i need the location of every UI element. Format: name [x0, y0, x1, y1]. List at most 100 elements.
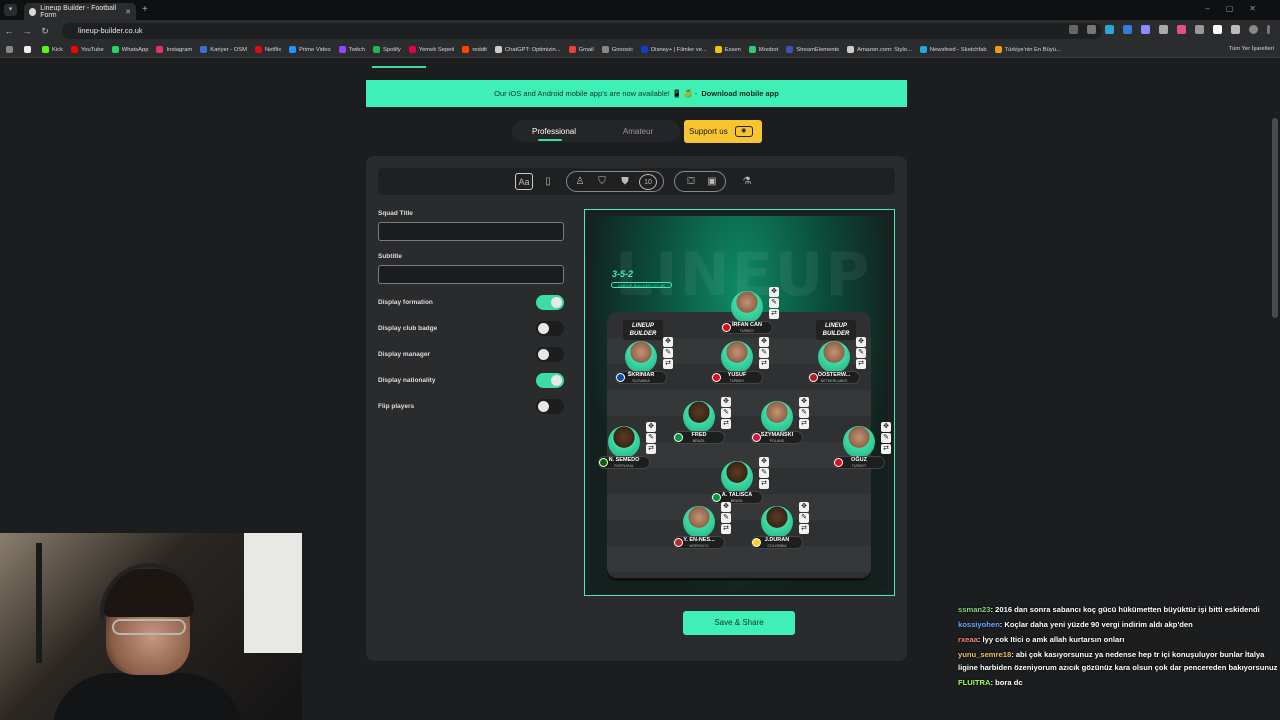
- edit-icon[interactable]: ✎: [881, 433, 891, 443]
- bookmark-item[interactable]: reddit: [462, 46, 487, 53]
- bookmark-item[interactable]: Gnoosic: [601, 46, 633, 53]
- swap-icon[interactable]: ⇄: [663, 359, 673, 369]
- player-card[interactable]: OOSTERW... NETHERLANDS: [806, 341, 862, 391]
- player-card[interactable]: OĞUZ TURKEY: [831, 426, 887, 476]
- extension-icon[interactable]: [1213, 25, 1222, 34]
- player-card[interactable]: N. SEMEDO PORTUGAL: [596, 426, 652, 476]
- toggle-flip-players[interactable]: [536, 399, 564, 414]
- app-banner[interactable]: Our iOS and Android mobile app's are now…: [366, 80, 907, 107]
- extension-icon[interactable]: [1177, 25, 1186, 34]
- forward-icon[interactable]: →: [18, 26, 36, 36]
- bookmark-item[interactable]: Spotify: [373, 46, 401, 53]
- swap-icon[interactable]: ⇄: [799, 524, 809, 534]
- swap-icon[interactable]: ⇄: [881, 444, 891, 454]
- move-icon[interactable]: ✥: [856, 337, 866, 347]
- chat-username[interactable]: yunu_semre18: [958, 650, 1011, 659]
- paint-bucket-icon[interactable]: ⚗: [739, 172, 755, 191]
- back-icon[interactable]: ←: [0, 26, 18, 36]
- reload-icon[interactable]: ↻: [36, 26, 54, 37]
- edit-icon[interactable]: ✎: [769, 298, 779, 308]
- extension-icon[interactable]: [1123, 25, 1132, 34]
- bookmark-item[interactable]: ChatGPT: Optimizin...: [494, 46, 561, 53]
- card-icon[interactable]: ▯: [541, 172, 555, 191]
- text-style-icon[interactable]: Aa: [515, 173, 533, 190]
- bookmark-item[interactable]: Yemek Sepeti: [408, 46, 454, 53]
- move-icon[interactable]: ✥: [646, 422, 656, 432]
- move-icon[interactable]: ✥: [799, 502, 809, 512]
- chat-username[interactable]: FLUITRA: [958, 678, 990, 687]
- move-icon[interactable]: ✥: [721, 397, 731, 407]
- player-card[interactable]: ŠKRINIAR SLOVAKIA: [613, 341, 669, 391]
- move-icon[interactable]: ✥: [663, 337, 673, 347]
- support-us-button[interactable]: Support us ◉: [684, 120, 762, 143]
- player-card[interactable]: FRED BRAZIL: [671, 401, 727, 451]
- bookmark-item[interactable]: Essen: [714, 46, 741, 53]
- toggle-display-manager[interactable]: [536, 347, 564, 362]
- subtitle-input[interactable]: [378, 265, 564, 284]
- move-icon[interactable]: ✥: [769, 287, 779, 297]
- shield-icon[interactable]: ⛊: [618, 172, 632, 191]
- apps-icon[interactable]: [6, 46, 16, 53]
- edit-icon[interactable]: ✎: [646, 433, 656, 443]
- save-share-button[interactable]: Save & Share: [683, 611, 795, 635]
- menu-icon[interactable]: [1267, 25, 1270, 34]
- star-icon[interactable]: [1087, 25, 1096, 34]
- new-tab-icon[interactable]: +: [142, 4, 148, 15]
- extension-icon[interactable]: [1105, 25, 1114, 34]
- bookmark-item[interactable]: Netflix: [254, 46, 281, 53]
- extension-icon[interactable]: [1141, 25, 1150, 34]
- pitch-style-icon[interactable]: ⛋: [682, 172, 700, 191]
- toggle-display-club-badge[interactable]: [536, 321, 564, 336]
- tab-professional[interactable]: Professional: [512, 127, 596, 136]
- bookmark-item[interactable]: Türkiye'nin En Büyü...: [994, 46, 1061, 53]
- bookmark-item[interactable]: Gmail: [568, 46, 594, 53]
- bookmark-item[interactable]: Prime Video: [289, 46, 331, 53]
- bookmark-item[interactable]: Instagram: [156, 46, 192, 53]
- edit-icon[interactable]: ✎: [663, 348, 673, 358]
- bookmark-item[interactable]: Kariyer - OSM: [200, 46, 247, 53]
- move-icon[interactable]: ✥: [799, 397, 809, 407]
- window-controls[interactable]: –▢✕: [1205, 4, 1272, 13]
- swap-icon[interactable]: ⇄: [646, 444, 656, 454]
- chat-username[interactable]: rxeaa: [958, 635, 978, 644]
- edit-icon[interactable]: ✎: [759, 348, 769, 358]
- toggle-display-nationality[interactable]: [536, 373, 564, 388]
- bookmark-item[interactable]: Disney+ | Filmler ve...: [640, 46, 707, 53]
- all-bookmarks-link[interactable]: Tüm Yer İşaretleri: [1229, 46, 1274, 52]
- player-card[interactable]: J.DURAN COLOMBIA: [749, 506, 805, 556]
- player-card[interactable]: YUSUF TURKEY: [709, 341, 765, 391]
- move-icon[interactable]: ✥: [759, 337, 769, 347]
- person-icon[interactable]: ♙: [572, 172, 588, 191]
- edit-icon[interactable]: ✎: [799, 408, 809, 418]
- download-app-link[interactable]: Download mobile app: [701, 89, 779, 98]
- browser-tab[interactable]: Lineup Builder - Football Form ✕: [24, 3, 136, 20]
- bookmark-item[interactable]: Moobot: [748, 46, 778, 53]
- swap-icon[interactable]: ⇄: [759, 479, 769, 489]
- player-card[interactable]: A. TALISCA BRAZIL: [709, 461, 765, 511]
- bookmark-item[interactable]: YouTube: [70, 46, 104, 53]
- edit-icon[interactable]: ✎: [799, 513, 809, 523]
- url-input[interactable]: lineup-builder.co.uk: [62, 23, 1102, 39]
- translate-icon[interactable]: [1069, 25, 1078, 34]
- swap-icon[interactable]: ⇄: [799, 419, 809, 429]
- page-scrollbar[interactable]: [1272, 118, 1278, 318]
- extension-icon[interactable]: [1159, 25, 1168, 34]
- tab-search-button[interactable]: ▾: [4, 4, 17, 16]
- edit-icon[interactable]: ✎: [721, 513, 731, 523]
- bookmark-item[interactable]: WhatsApp: [111, 46, 148, 53]
- profile-icon[interactable]: [1249, 25, 1258, 34]
- move-icon[interactable]: ✥: [759, 457, 769, 467]
- close-tab-icon[interactable]: ✕: [125, 8, 131, 16]
- chat-username[interactable]: ssman23: [958, 605, 991, 614]
- extension-icon[interactable]: [1195, 25, 1204, 34]
- x-icon[interactable]: [24, 46, 34, 53]
- number-icon[interactable]: 10: [639, 174, 657, 190]
- tab-amateur[interactable]: Amateur: [596, 127, 680, 136]
- player-card[interactable]: SZYMAŃSKI POLAND: [749, 401, 805, 451]
- edit-icon[interactable]: ✎: [759, 468, 769, 478]
- puzzle-icon[interactable]: [1231, 25, 1240, 34]
- swap-icon[interactable]: ⇄: [721, 419, 731, 429]
- edit-icon[interactable]: ✎: [721, 408, 731, 418]
- bookmark-item[interactable]: StreamElements: [786, 46, 839, 53]
- move-icon[interactable]: ✥: [721, 502, 731, 512]
